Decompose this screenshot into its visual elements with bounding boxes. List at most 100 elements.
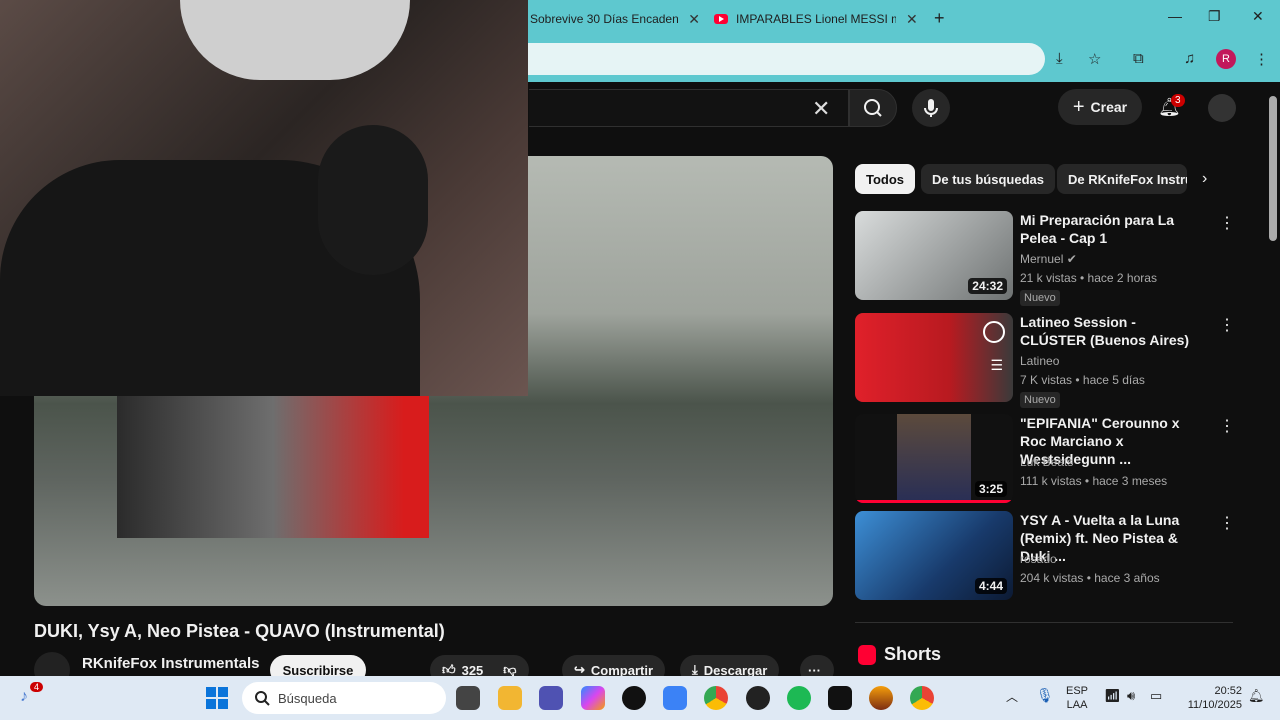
recommendation-channel[interactable]: Luk Beats — [1020, 455, 1073, 469]
recommendation-title[interactable]: Latineo Session - CLÚSTER (Buenos Aires) — [1020, 313, 1205, 349]
recommendation-meta: 111 k vistas • hace 3 meses — [1020, 474, 1168, 488]
chip-channel[interactable]: De RKnifeFox Instrumentals — [1057, 164, 1187, 194]
search-input[interactable]: ✕ — [529, 89, 849, 127]
battery-icon[interactable]: ▭ — [1150, 688, 1162, 704]
maximize-button[interactable]: ❐ — [1208, 8, 1221, 25]
task-view-icon[interactable] — [456, 686, 480, 710]
show-hidden-icons-chevron-icon[interactable]: ︿ — [1006, 688, 1018, 705]
channel-name[interactable]: RKnifeFox Instrumentals — [82, 655, 260, 672]
watch-later-icon[interactable] — [983, 321, 1005, 343]
clear-search-icon[interactable]: ✕ — [812, 96, 830, 122]
more-options-icon[interactable]: ⋮ — [1219, 513, 1235, 533]
shorts-heading: Shorts — [858, 644, 941, 665]
recommendation-channel[interactable]: Mernuel ✔ — [1020, 252, 1077, 266]
add-to-queue-icon[interactable]: ☰ — [990, 357, 1003, 374]
scrollbar-thumb[interactable] — [1269, 96, 1277, 241]
video-title: DUKI, Ysy A, Neo Pistea - QUAVO (Instrum… — [34, 621, 445, 641]
recommendation-meta: 204 k vistas • hace 3 años — [1020, 571, 1160, 585]
w-app-icon[interactable] — [622, 686, 646, 710]
file-explorer-icon[interactable] — [498, 686, 522, 710]
language-code: ESP — [1066, 685, 1089, 697]
search-icon — [255, 691, 270, 706]
spotify-icon[interactable] — [787, 686, 811, 710]
more-options-icon[interactable]: ⋮ — [1219, 315, 1235, 335]
youtube-favicon-icon — [714, 14, 728, 24]
chrome-icon[interactable] — [704, 686, 728, 710]
search-icon — [864, 99, 882, 117]
new-badge: Nuevo — [1020, 392, 1060, 408]
video-thumbnail[interactable]: 24:32 — [855, 211, 1013, 300]
more-options-icon[interactable]: ⋮ — [1219, 213, 1235, 233]
duration-badge: 24:32 — [968, 278, 1007, 294]
recommendation-meta: 7 K vistas • hace 5 días — [1020, 373, 1145, 387]
chevron-right-icon[interactable]: › — [1202, 170, 1207, 188]
microphone-icon — [924, 99, 938, 117]
microphone-tray-icon[interactable]: 🎙︎ — [1036, 687, 1054, 704]
browser-menu-icon[interactable]: ⋮ — [1254, 50, 1269, 68]
obs-icon[interactable] — [746, 686, 770, 710]
create-button[interactable]: + Crear — [1058, 89, 1142, 125]
thumbnail-art — [897, 414, 971, 500]
recommendation-item[interactable]: 3:25 "EPIFANIA" Cerounno x Roc Marciano … — [855, 414, 1245, 504]
language-indicator[interactable]: ESP LAA — [1066, 684, 1088, 712]
video-thumbnail[interactable]: ☰ — [855, 313, 1013, 402]
webcam-microphone — [318, 125, 428, 275]
recommendation-channel[interactable]: rosado — [1020, 552, 1057, 566]
video-thumbnail[interactable]: 3:25 — [855, 414, 1013, 503]
bookmark-star-icon[interactable]: ☆ — [1088, 50, 1101, 68]
page-scrollbar[interactable] — [1266, 82, 1280, 676]
volume-icon[interactable]: 🔊︎ — [1127, 688, 1135, 704]
app-icon[interactable] — [869, 686, 893, 710]
copilot-icon[interactable] — [581, 686, 605, 710]
clock-date: 11/10/2025 — [1187, 699, 1242, 711]
keyboard-layout: LAA — [1066, 699, 1088, 711]
install-app-icon[interactable]: ⤓ — [1056, 50, 1063, 67]
tab-title: Sobrevive 30 Días Encadenado — [530, 12, 679, 26]
profile-avatar[interactable]: R — [1216, 49, 1236, 69]
chrome-profile-icon[interactable] — [910, 686, 934, 710]
chip-busquedas[interactable]: De tus búsquedas — [921, 164, 1055, 194]
recommendation-item[interactable]: 4:44 YSY A - Vuelta a la Luna (Remix) ft… — [855, 511, 1245, 601]
extensions-icon[interactable]: ⧉ — [1133, 50, 1144, 67]
media-controls-icon[interactable]: ♫ — [1184, 50, 1195, 67]
watch-progress-bar — [855, 500, 1013, 503]
widgets-icon[interactable]: ♪ — [20, 688, 28, 706]
plus-icon: + — [1072, 95, 1085, 118]
notification-count-badge: 3 — [1171, 94, 1185, 107]
close-window-button[interactable]: ✕ — [1252, 8, 1264, 25]
more-options-icon[interactable]: ⋮ — [1219, 416, 1235, 436]
recommendation-title[interactable]: Mi Preparación para La Pelea - Cap 1 — [1020, 211, 1205, 247]
account-avatar[interactable] — [1208, 94, 1236, 122]
capcut-icon[interactable] — [828, 686, 852, 710]
search-button[interactable] — [849, 89, 897, 127]
tab-sobrevive[interactable]: Sobrevive 30 Días Encadenado ✕ — [530, 6, 700, 32]
wifi-icon[interactable]: 📶︎ — [1104, 688, 1121, 704]
taskbar-search-placeholder: Búsqueda — [278, 690, 337, 706]
tab-close-icon[interactable]: ✕ — [688, 11, 700, 28]
notepad-icon[interactable] — [663, 686, 687, 710]
duration-badge: 4:44 — [974, 578, 1007, 594]
video-thumbnail[interactable]: 4:44 — [855, 511, 1013, 600]
recommendation-item[interactable]: 24:32 Mi Preparación para La Pelea - Cap… — [855, 211, 1245, 306]
new-tab-button[interactable]: + — [934, 8, 945, 29]
recommendation-item[interactable]: ☰ Latineo Session - CLÚSTER (Buenos Aire… — [855, 313, 1245, 408]
webcam-overlay — [0, 0, 528, 396]
clock[interactable]: 20:52 11/10/2025 — [1180, 684, 1242, 712]
tab-title: IMPARABLES Lionel MESSI marca — [736, 12, 896, 26]
shorts-label: Shorts — [884, 644, 942, 664]
minimize-button[interactable]: — — [1168, 8, 1182, 24]
voice-search-button[interactable] — [912, 89, 950, 127]
start-button[interactable] — [206, 687, 228, 709]
recommendation-channel[interactable]: Latineo — [1020, 354, 1059, 368]
teams-icon[interactable] — [539, 686, 563, 710]
taskbar-notification-badge: 4 — [30, 682, 44, 692]
chip-todos[interactable]: Todos — [855, 164, 916, 194]
taskbar-search[interactable]: Búsqueda — [242, 682, 446, 714]
video-artwork — [117, 396, 429, 538]
new-badge: Nuevo — [1020, 290, 1060, 306]
tab-imparables[interactable]: IMPARABLES Lionel MESSI marca ✕ — [714, 6, 924, 32]
clock-time: 20:52 — [1214, 685, 1242, 697]
tab-close-icon[interactable]: ✕ — [906, 11, 918, 28]
notification-center-icon[interactable]: 🔔︎ — [1248, 688, 1265, 704]
recommendation-meta: 21 k vistas • hace 2 horas — [1020, 271, 1157, 285]
